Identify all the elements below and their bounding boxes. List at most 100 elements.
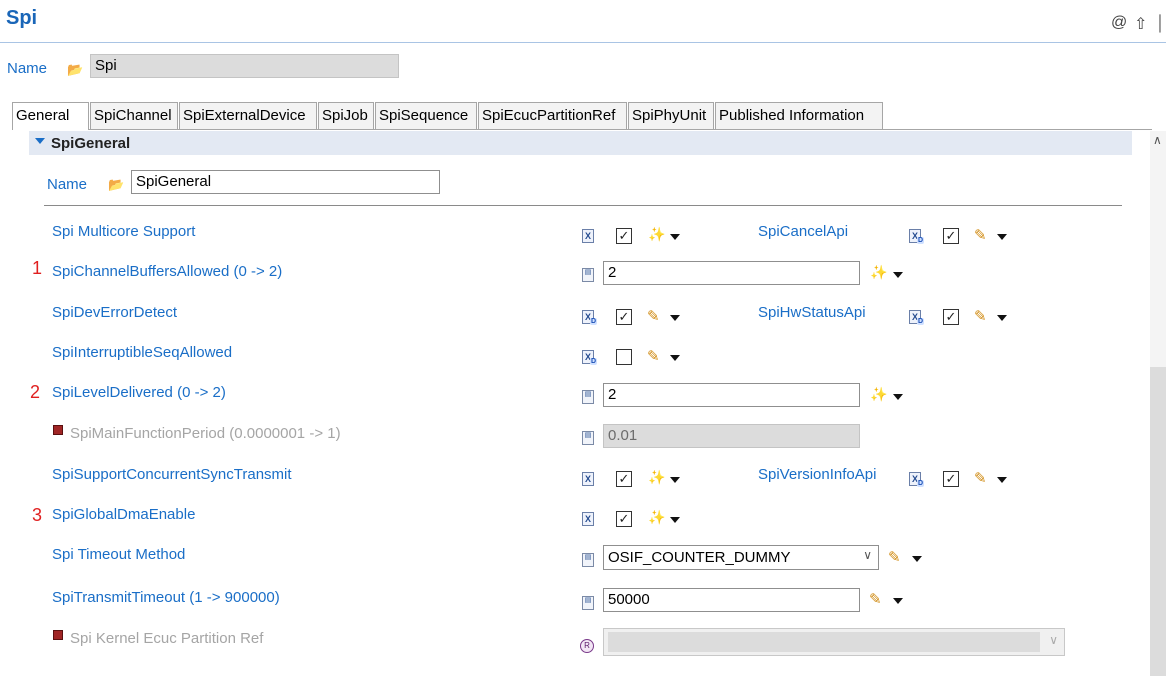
dropdown-arrow-icon[interactable] <box>893 394 903 400</box>
timeout-method-value: OSIF_COUNTER_DUMMY <box>608 549 791 566</box>
dropdown-arrow-icon[interactable] <box>893 598 903 604</box>
dropdown-arrow-icon[interactable] <box>670 355 680 361</box>
editor-title: Spi <box>6 7 38 29</box>
section-name-label: Name <box>47 176 88 193</box>
calculator-icon: ▤ <box>582 596 594 610</box>
pencil-icon[interactable]: ✎ <box>974 307 987 325</box>
pencil-icon[interactable]: ✎ <box>647 347 660 365</box>
annotation-number: 1 <box>32 258 43 278</box>
timeout-method-label: Spi Timeout Method <box>52 546 186 563</box>
concurrent-label: SpiSupportConcurrentSyncTransmit <box>52 466 292 483</box>
reference-icon: R <box>580 639 594 653</box>
pencil-icon[interactable]: ✎ <box>647 307 660 325</box>
transmit-timeout-label: SpiTransmitTimeout (1 -> 900000) <box>52 589 280 606</box>
folder-icon: 📂 <box>108 177 125 192</box>
annotation-number: 3 <box>32 505 43 525</box>
dev-error-checkbox[interactable]: ✓ <box>616 309 632 325</box>
section-header[interactable] <box>29 131 1132 155</box>
config-class-icon: XD <box>582 310 598 325</box>
global-dma-checkbox[interactable]: ✓ <box>616 511 632 527</box>
chevron-down-icon: ∨ <box>1049 633 1058 647</box>
tab-spisequence[interactable]: SpiSequence <box>375 102 477 129</box>
enum-icon: ▤ <box>582 553 594 567</box>
wand-icon[interactable]: ✨ <box>870 264 887 281</box>
version-info-label: SpiVersionInfoApi <box>758 466 877 483</box>
collapse-arrow-icon[interactable] <box>35 138 45 144</box>
dropdown-arrow-icon[interactable] <box>670 477 680 483</box>
version-info-checkbox[interactable]: ✓ <box>943 471 959 487</box>
kernel-ref-select: ∨ <box>603 628 1065 656</box>
home-arrow-icon[interactable]: ⇧ <box>1134 14 1147 34</box>
tab-spiecucpartitionref[interactable]: SpiEcucPartitionRef <box>478 102 627 129</box>
calculator-icon: ▤ <box>582 390 594 404</box>
title-divider <box>0 42 1166 43</box>
config-class-icon: XD <box>909 310 925 325</box>
config-class-icon: XD <box>909 229 925 244</box>
folder-icon: 📂 <box>67 62 84 77</box>
pencil-icon[interactable]: ✎ <box>974 226 987 244</box>
multicore-checkbox[interactable]: ✓ <box>616 228 632 244</box>
tab-general[interactable]: General <box>12 102 89 130</box>
name-label: Name <box>7 60 48 77</box>
main-function-field: 0.01 <box>603 424 860 448</box>
interruptible-checkbox[interactable] <box>616 349 632 365</box>
tab-spiphyunit[interactable]: SpiPhyUnit <box>628 102 714 129</box>
section-title: SpiGeneral <box>51 135 131 152</box>
cancel-api-checkbox[interactable]: ✓ <box>943 228 959 244</box>
dropdown-arrow-icon[interactable] <box>893 272 903 278</box>
tab-published-information[interactable]: Published Information <box>715 102 883 129</box>
wand-icon[interactable]: ✨ <box>870 386 887 403</box>
global-dma-label: SpiGlobalDmaEnable <box>52 506 196 523</box>
dropdown-arrow-icon[interactable] <box>997 315 1007 321</box>
wand-icon[interactable]: ✨ <box>648 469 665 486</box>
pencil-icon[interactable]: ✎ <box>974 469 987 487</box>
calculator-icon: ▤ <box>582 268 594 282</box>
calculator-icon: ▤ <box>582 431 594 445</box>
wand-icon[interactable]: ✨ <box>648 509 665 526</box>
dev-error-label: SpiDevErrorDetect <box>52 304 178 321</box>
tab-spiexternaldevice[interactable]: SpiExternalDevice <box>179 102 317 129</box>
tab-divider <box>12 129 1152 130</box>
disabled-marker-icon <box>53 630 63 640</box>
tab-spijob[interactable]: SpiJob <box>318 102 374 129</box>
at-icon[interactable]: @ <box>1111 14 1127 32</box>
section-separator <box>44 205 1122 206</box>
level-delivered-field[interactable]: 2 <box>603 383 860 407</box>
dropdown-arrow-icon[interactable] <box>997 477 1007 483</box>
kernel-ref-label: Spi Kernel Ecuc Partition Ref <box>70 630 264 647</box>
config-class-icon: X <box>582 229 594 243</box>
scrollbar-thumb[interactable] <box>1150 367 1166 676</box>
name-field[interactable]: Spi <box>90 54 399 78</box>
config-class-icon: X <box>582 512 594 526</box>
concurrent-checkbox[interactable]: ✓ <box>616 471 632 487</box>
dropdown-arrow-icon[interactable] <box>912 556 922 562</box>
chevron-down-icon: ∨ <box>863 548 872 562</box>
dropdown-arrow-icon[interactable] <box>670 517 680 523</box>
scroll-up-icon[interactable]: ∧ <box>1153 133 1162 147</box>
dropdown-arrow-icon[interactable] <box>997 234 1007 240</box>
transmit-timeout-field[interactable]: 50000 <box>603 588 860 612</box>
pencil-icon[interactable]: ✎ <box>869 590 882 608</box>
dropdown-arrow-icon[interactable] <box>670 234 680 240</box>
annotation-number: 2 <box>30 382 41 402</box>
pencil-icon[interactable]: ✎ <box>888 548 901 566</box>
dropdown-arrow-icon[interactable] <box>670 315 680 321</box>
section-name-field[interactable]: SpiGeneral <box>131 170 440 194</box>
main-function-label: SpiMainFunctionPeriod (0.0000001 -> 1) <box>70 425 341 442</box>
config-class-icon: XD <box>909 472 925 487</box>
config-class-icon: X <box>582 472 594 486</box>
channel-buffers-field[interactable]: 2 <box>603 261 860 285</box>
overflow-icon[interactable]: │ <box>1156 15 1165 32</box>
interruptible-label: SpiInterruptibleSeqAllowed <box>52 344 233 361</box>
hw-status-checkbox[interactable]: ✓ <box>943 309 959 325</box>
level-delivered-label: SpiLevelDelivered (0 -> 2) <box>52 384 226 401</box>
vertical-scrollbar[interactable]: ∧ <box>1150 131 1166 676</box>
multicore-label: Spi Multicore Support <box>52 223 196 240</box>
wand-icon[interactable]: ✨ <box>648 226 665 243</box>
kernel-ref-value <box>608 632 1040 652</box>
tab-spichannel[interactable]: SpiChannel <box>90 102 178 129</box>
timeout-method-select[interactable]: OSIF_COUNTER_DUMMY ∨ <box>603 545 879 570</box>
channel-buffers-label: SpiChannelBuffersAllowed (0 -> 2) <box>52 263 283 280</box>
disabled-marker-icon <box>53 425 63 435</box>
config-class-icon: XD <box>582 350 598 365</box>
